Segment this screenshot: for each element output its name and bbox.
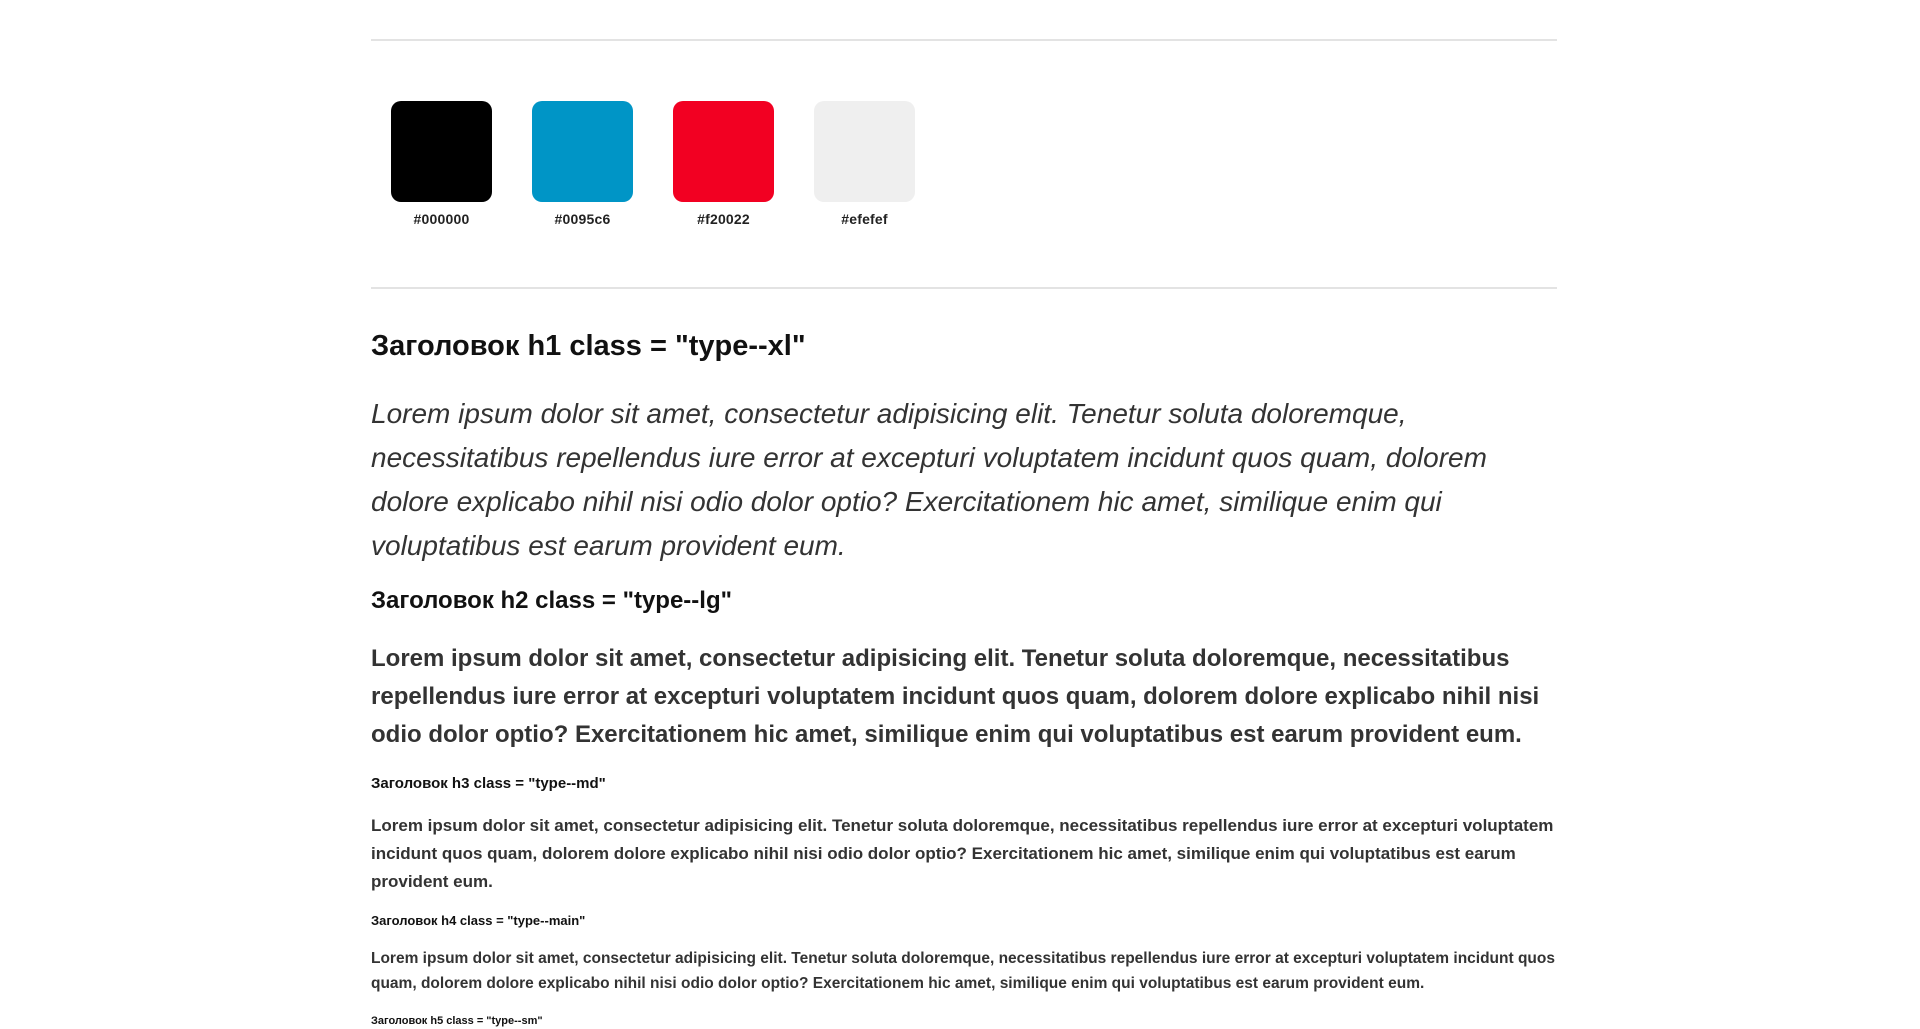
color-swatch-black: #000000 xyxy=(391,101,492,227)
color-swatch-red: #f20022 xyxy=(673,101,774,227)
color-code: #000000 xyxy=(413,211,470,227)
color-chip xyxy=(532,101,633,202)
color-chip xyxy=(814,101,915,202)
color-palette: #000000 #0095c6 #f20022 #efefef xyxy=(391,101,915,227)
heading-h3: Заголовок h3 class = "type--md" xyxy=(371,775,606,792)
color-code: #f20022 xyxy=(697,211,750,227)
paragraph-type-xl: Lorem ipsum dolor sit amet, consectetur … xyxy=(371,398,1487,561)
heading-h4: Заголовок h4 class = "type--main" xyxy=(371,913,586,928)
color-swatch-blue: #0095c6 xyxy=(532,101,633,227)
paragraph-type-main: Lorem ipsum dolor sit amet, consectetur … xyxy=(371,950,1555,992)
heading-h5: Заголовок h5 class = "type--sm" xyxy=(371,1015,543,1027)
paragraph-type-md: Lorem ipsum dolor sit amet, consectetur … xyxy=(371,816,1554,891)
color-code: #efefef xyxy=(841,211,888,227)
color-chip xyxy=(673,101,774,202)
color-chip xyxy=(391,101,492,202)
heading-h2: Заголовок h2 class = "type--lg" xyxy=(371,587,732,614)
heading-h1: Заголовок h1 class = "type--xl" xyxy=(371,330,806,362)
section-divider xyxy=(371,287,1557,289)
section-divider xyxy=(371,39,1557,41)
color-swatch-light-gray: #efefef xyxy=(814,101,915,227)
paragraph-type-lg: Lorem ipsum dolor sit amet, consectetur … xyxy=(371,645,1540,748)
color-code: #0095c6 xyxy=(554,211,611,227)
